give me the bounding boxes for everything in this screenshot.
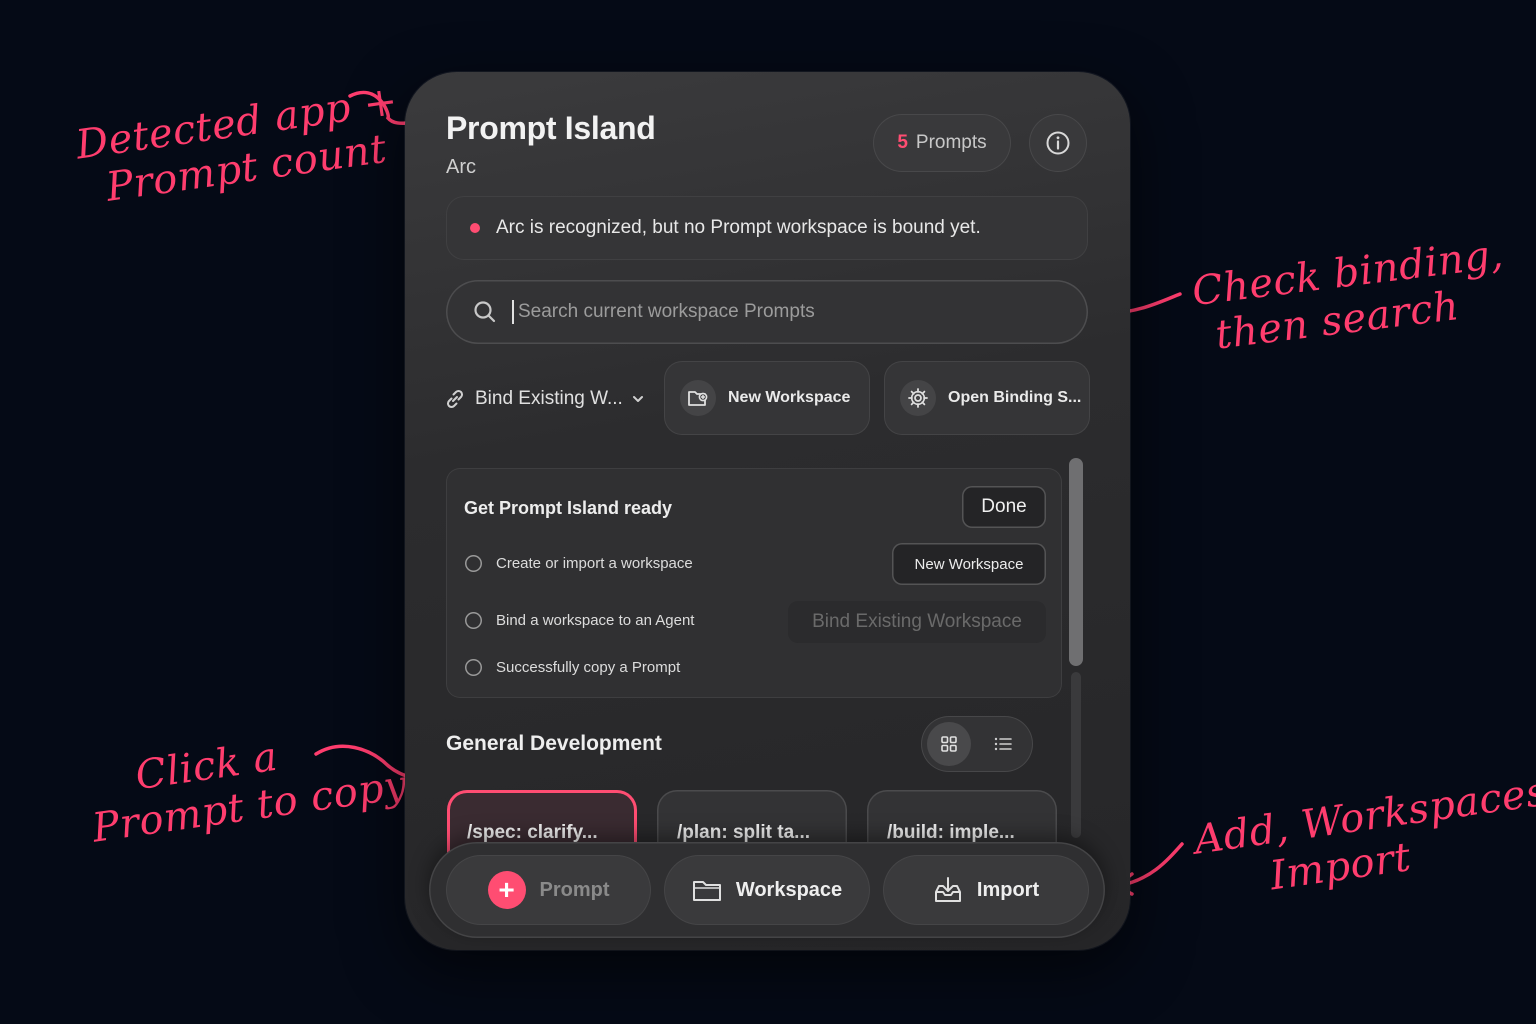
radio-icon[interactable] <box>465 612 482 629</box>
new-workspace-button[interactable]: New Workspace <box>664 361 870 435</box>
prompt-count-badge[interactable]: 5 Prompts <box>873 114 1011 172</box>
add-workspace-label: Workspace <box>735 878 843 901</box>
task-bind-existing-workspace-button: Bind Existing Workspace <box>788 601 1046 643</box>
prompt-card-title: /build: imple... <box>887 822 1015 843</box>
binding-status-banner: Arc is recognized, but no Prompt workspa… <box>446 196 1088 260</box>
prompt-card-title: /spec: clarify... <box>467 822 598 843</box>
list-view-button[interactable] <box>981 722 1025 766</box>
task-label: Successfully copy a Prompt <box>496 659 681 676</box>
chevron-down-icon <box>632 396 643 402</box>
folder-icon <box>692 881 721 901</box>
prompt-card-title: /plan: split ta... <box>677 822 811 843</box>
task-label: Create or import a workspace <box>496 555 693 572</box>
grid-view-button[interactable] <box>927 722 971 766</box>
bind-dropdown-label: Bind Existing W... <box>475 388 623 409</box>
info-button[interactable] <box>1029 114 1087 172</box>
task-label: Bind a workspace to an Agent <box>496 612 695 629</box>
prompt-count-number: 5 <box>897 132 908 153</box>
done-button[interactable]: Done <box>962 486 1046 528</box>
prompt-count-label: Prompts <box>915 132 987 153</box>
import-label: Import <box>976 878 1040 901</box>
checklist-task[interactable]: Create or import a workspace <box>465 555 693 572</box>
annotation-add-workspaces: Add, Workspaces, Import <box>1191 767 1536 909</box>
prompt-island-panel: Prompt Island Arc 5 Prompts Arc is recog… <box>405 72 1130 950</box>
list-icon <box>994 737 1012 751</box>
status-dot-icon <box>470 223 480 233</box>
radio-icon[interactable] <box>465 555 482 572</box>
add-workspace-button[interactable]: Workspace <box>664 855 870 925</box>
text-caret <box>512 300 514 324</box>
search-icon <box>474 301 496 323</box>
import-tray-icon <box>934 877 961 902</box>
new-folder-icon <box>680 380 716 416</box>
open-binding-settings-button[interactable]: Open Binding S... <box>884 361 1090 435</box>
info-icon <box>1046 131 1070 155</box>
gear-icon <box>900 380 936 416</box>
workspace-section-title: General Development <box>446 732 662 755</box>
bottom-action-bar: + Prompt Workspace Import <box>429 842 1105 938</box>
link-icon <box>446 389 464 409</box>
scrollbar-track[interactable] <box>1071 672 1081 838</box>
bind-existing-workspace-dropdown[interactable]: Bind Existing W... <box>443 361 645 437</box>
search-input[interactable] <box>516 300 1080 324</box>
detected-app-name: Arc <box>446 156 476 178</box>
checklist-task[interactable]: Bind a workspace to an Agent <box>465 612 694 629</box>
import-button[interactable]: Import <box>883 855 1089 925</box>
app-title: Prompt Island <box>446 110 656 146</box>
checklist-task[interactable]: Successfully copy a Prompt <box>465 659 680 676</box>
radio-icon[interactable] <box>465 659 482 676</box>
status-message: Arc is recognized, but no Prompt workspa… <box>496 217 981 238</box>
plus-icon: + <box>487 871 526 909</box>
workspace-toolbar: Bind Existing W... New Workspace Open Bi… <box>443 361 1091 437</box>
add-prompt-label: Prompt <box>539 878 610 901</box>
annotation-check-binding: Check binding, then search <box>1190 231 1512 360</box>
scrollbar-thumb[interactable] <box>1069 458 1083 666</box>
open-binding-label: Open Binding S... <box>948 389 1082 406</box>
search-bar[interactable] <box>446 280 1088 344</box>
grid-icon <box>941 736 957 752</box>
checklist-title: Get Prompt Island ready <box>464 498 673 518</box>
add-prompt-button[interactable]: + Prompt <box>446 855 651 925</box>
view-mode-toggle[interactable] <box>921 716 1033 772</box>
onboarding-checklist: Get Prompt Island ready Done Create or i… <box>446 468 1062 698</box>
task-new-workspace-button[interactable]: New Workspace <box>892 543 1046 585</box>
new-workspace-label: New Workspace <box>728 389 851 406</box>
